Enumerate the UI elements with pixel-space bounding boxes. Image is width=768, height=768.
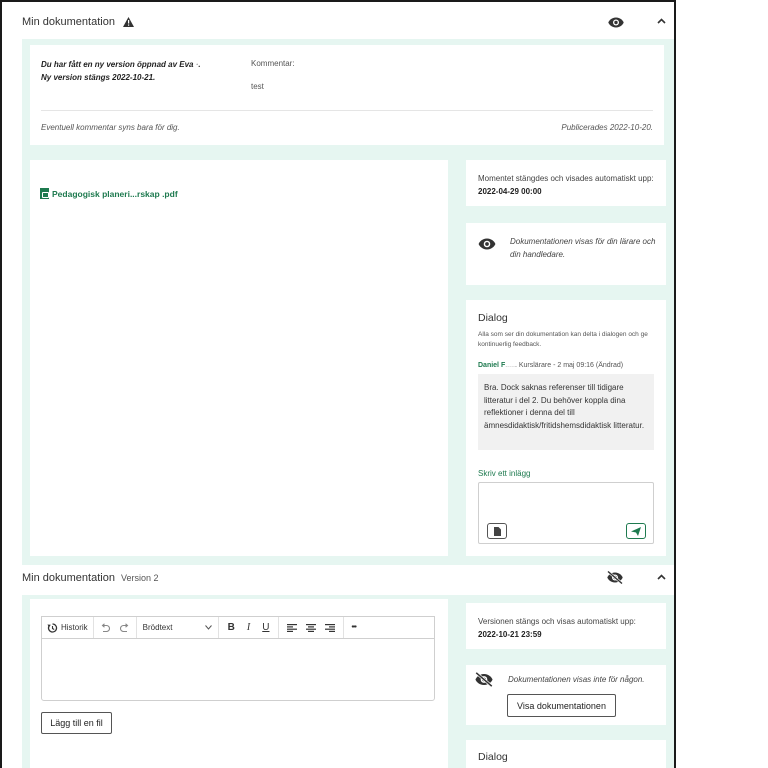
divider <box>41 110 653 111</box>
chevron-down-icon <box>204 625 212 630</box>
text-editor[interactable] <box>41 638 435 701</box>
comment-author: Daniel F <box>478 362 506 369</box>
visibility-text-2: Dokumentationen visas inte för någon. <box>508 675 645 684</box>
comment-meta: Kurslärare - 2 maj 09:16 (Ändrad) <box>518 362 624 369</box>
version-label: Version 2 <box>120 573 159 583</box>
eye-slash-icon <box>474 671 494 692</box>
history-button[interactable]: Historik <box>42 617 94 638</box>
align-group <box>279 617 345 638</box>
add-file-button[interactable]: Lägg till en fil <box>41 712 112 734</box>
section-title: Min dokumentation <box>22 16 115 28</box>
underline-button[interactable]: U <box>262 622 269 633</box>
align-center-icon[interactable] <box>306 623 317 632</box>
italic-button[interactable]: I <box>247 622 250 633</box>
align-left-icon[interactable] <box>287 623 298 632</box>
text-style-select[interactable]: Brödtext <box>137 617 219 638</box>
document-content-card: Pedagogisk planeri...rskap .pdf <box>30 160 448 556</box>
closes-info-card: Versionen stängs och visas automatiskt u… <box>466 603 666 649</box>
notice-text: Du har fått en ny version öppnad av Eva … <box>41 60 201 82</box>
page-frame: Min dokumentation Du har fått en ny vers… <box>0 0 676 768</box>
more-options-button[interactable]: ••• <box>344 624 362 631</box>
section-panel-2: Historik Brödtext B I U ••• Lägg till en… <box>22 595 674 768</box>
align-right-icon[interactable] <box>325 623 336 632</box>
dialog-title: Dialog <box>478 312 508 324</box>
section-header-1[interactable]: Min dokumentation <box>2 5 674 39</box>
write-post-label: Skriv ett inlägg <box>478 469 531 478</box>
history-icon <box>47 622 58 633</box>
redo-icon[interactable] <box>119 623 130 632</box>
editor-toolbar: Historik Brödtext B I U ••• <box>41 616 435 638</box>
visibility-card-2: Dokumentationen visas inte för någon. Vi… <box>466 665 666 725</box>
dialog-title: Dialog <box>478 751 508 763</box>
eye-icon <box>478 237 496 255</box>
published-date: Publicerades 2022-10-20. <box>561 123 653 132</box>
visibility-text: Dokumentationen visas för din lärare och… <box>510 237 656 259</box>
undo-redo-group <box>94 617 137 638</box>
section-title: Min dokumentation <box>22 572 115 584</box>
dialog-card-2: Dialog <box>466 740 666 768</box>
post-input[interactable] <box>478 482 654 544</box>
file-link[interactable]: Pedagogisk planeri...rskap .pdf <box>40 188 178 199</box>
pdf-icon <box>40 188 49 199</box>
bold-button[interactable]: B <box>228 622 235 633</box>
eye-icon[interactable] <box>608 15 624 33</box>
send-icon <box>631 526 641 536</box>
comment-bubble: Bra. Dock saknas referenser till tidigar… <box>478 374 654 450</box>
closes-info-text: Versionen stängs och visas automatiskt u… <box>478 617 636 639</box>
closed-info-card: Momentet stängdes och visades automatisk… <box>466 160 666 206</box>
comment-visibility-note: Eventuell kommentar syns bara för dig. <box>41 123 180 132</box>
warning-icon <box>122 17 134 27</box>
chevron-up-icon[interactable] <box>657 16 666 27</box>
dialog-description: Alla som ser din dokumentation kan delta… <box>478 331 648 348</box>
closed-info-text: Momentet stängdes och visades automatisk… <box>478 174 654 196</box>
send-button[interactable] <box>626 523 646 539</box>
chevron-up-icon[interactable] <box>657 572 666 583</box>
attach-file-button[interactable] <box>487 523 507 539</box>
dialog-card: Dialog Alla som ser din dokumentation ka… <box>466 300 666 556</box>
comment-value: test <box>251 82 264 91</box>
section-header-2[interactable]: Min dokumentation Version 2 <box>2 561 674 595</box>
comment-label: Kommentar: <box>251 59 295 68</box>
show-documentation-button[interactable]: Visa dokumentationen <box>507 694 616 717</box>
version-notice-card: Du har fått en ny version öppnad av Eva … <box>30 45 664 145</box>
file-icon <box>493 526 501 536</box>
format-group: B I U <box>219 617 280 638</box>
dialog-author-line: Daniel F...... Kurslärare - 2 maj 09:16 … <box>478 362 624 369</box>
section-panel-1: Du har fått en ny version öppnad av Eva … <box>22 39 674 565</box>
editor-card: Historik Brödtext B I U ••• Lägg till en… <box>30 599 448 768</box>
visibility-card: Dokumentationen visas för din lärare och… <box>466 223 666 285</box>
undo-icon[interactable] <box>100 623 110 632</box>
eye-slash-icon[interactable] <box>606 570 624 589</box>
